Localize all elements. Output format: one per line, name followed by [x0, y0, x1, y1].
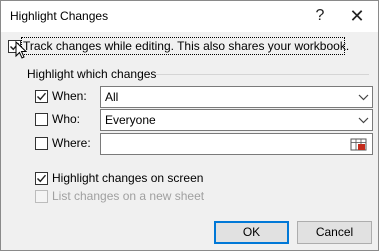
highlight-changes-dialog: Highlight Changes ? ✕ Track changes whil… — [0, 0, 379, 251]
title-bar: Highlight Changes ? ✕ — [1, 1, 378, 32]
where-label[interactable]: Where: — [52, 136, 91, 150]
on-screen-label[interactable]: Highlight changes on screen — [52, 171, 203, 185]
group-divider — [156, 74, 369, 75]
when-label[interactable]: When: — [52, 89, 87, 103]
track-changes-label[interactable]: Track changes while editing. This also s… — [23, 39, 349, 53]
dropdown-arrow-icon — [358, 94, 369, 101]
who-value: Everyone — [105, 113, 156, 127]
checkmark-icon — [37, 92, 47, 101]
on-screen-checkbox[interactable] — [35, 172, 48, 185]
checkmark-icon — [37, 174, 47, 183]
when-dropdown[interactable]: All — [100, 86, 373, 108]
close-button[interactable]: ✕ — [342, 3, 372, 29]
who-label[interactable]: Who: — [52, 112, 80, 126]
dialog-title: Highlight Changes — [10, 9, 109, 23]
new-sheet-checkbox[interactable] — [35, 190, 48, 203]
ok-button[interactable]: OK — [214, 221, 289, 244]
cancel-button[interactable]: Cancel — [297, 221, 372, 244]
range-picker-icon[interactable] — [349, 136, 369, 154]
when-checkbox[interactable] — [35, 90, 48, 103]
where-checkbox[interactable] — [35, 137, 48, 150]
new-sheet-label[interactable]: List changes on a new sheet — [52, 189, 204, 203]
when-value: All — [105, 90, 119, 104]
help-button[interactable]: ? — [305, 3, 335, 29]
mouse-cursor-icon — [15, 41, 27, 59]
highlight-group-label: Highlight which changes — [27, 67, 157, 81]
who-checkbox[interactable] — [35, 113, 48, 126]
dropdown-arrow-icon — [358, 117, 369, 124]
where-input[interactable] — [100, 133, 373, 155]
who-dropdown[interactable]: Everyone — [100, 109, 373, 131]
